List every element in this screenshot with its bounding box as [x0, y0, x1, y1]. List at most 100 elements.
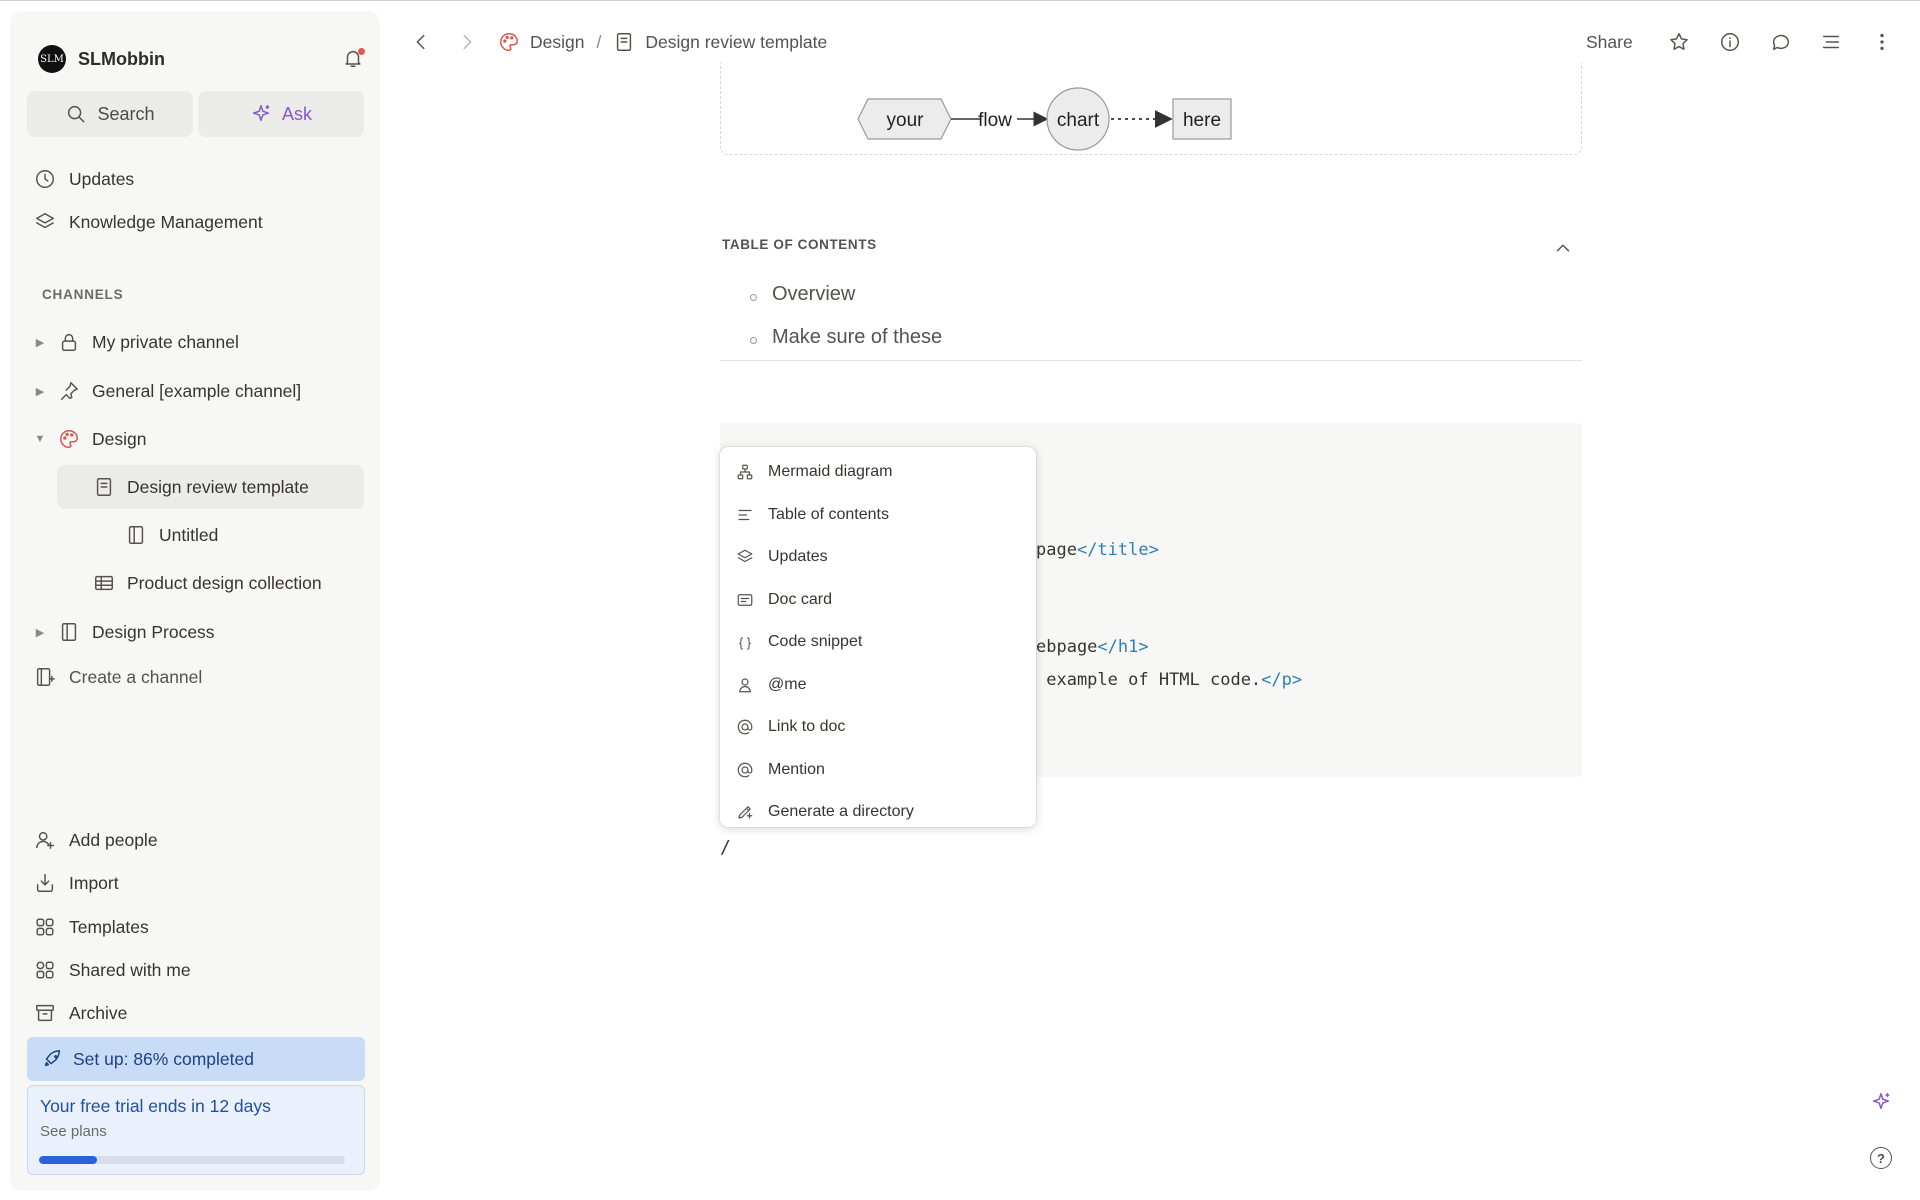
palette-icon: [60, 430, 78, 448]
collapse-caret-icon[interactable]: ▼: [34, 433, 46, 445]
more-options-icon[interactable]: [1871, 31, 1893, 53]
add-person-icon: [36, 831, 54, 849]
palette-icon: [500, 33, 518, 51]
person-icon: [736, 676, 754, 694]
flow-node-here-label: here: [1183, 110, 1221, 131]
channel-my-private-channel[interactable]: ▶ My private channel: [34, 320, 364, 364]
doc-card-icon: [736, 591, 754, 609]
search-button[interactable]: Search: [27, 91, 193, 137]
back-arrow-icon[interactable]: [410, 31, 432, 53]
expand-caret-icon[interactable]: ▶: [34, 626, 46, 639]
see-plans-link[interactable]: See plans: [40, 1123, 352, 1140]
menu-item-code-snippet[interactable]: { } Code snippet: [720, 621, 1036, 664]
sidebar-item-knowledge-management[interactable]: Knowledge Management: [34, 204, 263, 240]
sidebar-item-label: Knowledge Management: [69, 211, 263, 232]
menu-item-doc-card[interactable]: Doc card: [720, 579, 1036, 622]
lock-icon: [61, 333, 77, 351]
menu-item-label: Code snippet: [768, 633, 863, 651]
top-bar: Design / Design review template Share: [390, 21, 1920, 65]
ask-button[interactable]: Ask: [198, 91, 364, 137]
table-of-contents-block: TABLE OF CONTENTS Overview Make sure of …: [720, 233, 1582, 361]
menu-item-label: Table of contents: [768, 505, 889, 523]
page-untitled[interactable]: Untitled: [57, 513, 364, 557]
notification-dot: [358, 48, 365, 55]
info-icon[interactable]: [1719, 31, 1741, 53]
notifications-bell-icon[interactable]: [342, 47, 365, 69]
forward-arrow-icon[interactable]: [456, 31, 478, 53]
trial-title: Your free trial ends in 12 days: [40, 1096, 271, 1116]
channel-design[interactable]: ▼ Design: [34, 417, 364, 461]
menu-item-label: Mention: [768, 760, 825, 778]
breadcrumb-current-page[interactable]: Design review template: [645, 32, 827, 53]
page-product-design-collection[interactable]: Product design collection: [57, 561, 364, 605]
channel-label: General [example channel]: [92, 380, 302, 401]
code-tag: </p>: [1261, 670, 1303, 690]
mermaid-diagram-block[interactable]: your flow chart here: [720, 63, 1582, 155]
table-icon: [95, 575, 113, 591]
menu-item-generate-directory[interactable]: Generate a directory: [720, 791, 1036, 834]
sidebar-item-label: Updates: [69, 168, 135, 189]
archive-icon: [36, 1004, 54, 1022]
create-channel-button[interactable]: Create a channel: [34, 659, 202, 695]
breadcrumb-design[interactable]: Design: [530, 32, 584, 53]
menu-item-at-me[interactable]: @me: [720, 664, 1036, 707]
sidebar-item-archive[interactable]: Archive: [34, 995, 127, 1031]
sidebar-item-label: Import: [69, 872, 119, 893]
star-icon[interactable]: [1668, 31, 1690, 53]
menu-item-mention[interactable]: Mention: [720, 749, 1036, 792]
code-text: page: [1036, 540, 1077, 560]
toc-item-make-sure[interactable]: Make sure of these: [749, 326, 942, 349]
help-icon[interactable]: ?: [1870, 1147, 1892, 1169]
workspace-avatar: SLM: [38, 45, 66, 73]
channel-label: My private channel: [92, 331, 239, 352]
sidebar-item-shared-with-me[interactable]: Shared with me: [34, 952, 191, 988]
rocket-icon: [44, 1050, 61, 1067]
sidebar-item-add-people[interactable]: Add people: [34, 822, 158, 858]
share-button[interactable]: Share: [1586, 32, 1633, 53]
layers-icon: [36, 213, 54, 229]
page-label: Untitled: [159, 524, 219, 545]
code-tag: </title>: [1076, 540, 1159, 560]
search-icon: [68, 105, 85, 123]
expand-caret-icon[interactable]: ▶: [34, 385, 46, 398]
menu-item-mermaid-diagram[interactable]: Mermaid diagram: [720, 451, 1036, 494]
trial-progress-bar: [39, 1156, 345, 1164]
menu-item-table-of-contents[interactable]: Table of contents: [720, 494, 1036, 537]
menu-item-link-to-doc[interactable]: Link to doc: [720, 706, 1036, 749]
people-icon: [36, 961, 54, 979]
sidebar-item-import[interactable]: Import: [34, 865, 119, 901]
toc-icon: [736, 506, 754, 524]
code-text: example of HTML code.: [1036, 670, 1262, 690]
page-design-review-template[interactable]: Design review template: [57, 465, 364, 509]
create-channel-label: Create a channel: [69, 666, 203, 687]
editor-slash-input[interactable]: /: [720, 837, 731, 858]
outline-icon[interactable]: [1820, 31, 1842, 53]
channel-label: Design Process: [92, 621, 215, 642]
channel-general[interactable]: ▶ General [example channel]: [34, 369, 364, 413]
setup-progress-banner[interactable]: Set up: 86% completed: [27, 1037, 365, 1081]
book-icon: [128, 526, 144, 544]
sidebar-item-updates[interactable]: Updates: [34, 161, 134, 197]
sidebar-item-templates[interactable]: Templates: [34, 909, 149, 945]
code-line: ebpage</h1>: [1036, 637, 1149, 657]
menu-item-updates[interactable]: Updates: [720, 536, 1036, 579]
search-button-label: Search: [97, 103, 155, 124]
layers-icon: [736, 548, 754, 566]
ai-assistant-sparkle-icon[interactable]: [1870, 1091, 1892, 1113]
workspace-header[interactable]: SLM SLMobbin: [38, 33, 365, 85]
menu-item-label: Updates: [768, 548, 828, 566]
comment-icon[interactable]: [1770, 31, 1792, 53]
toc-item-overview[interactable]: Overview: [749, 283, 855, 306]
channel-design-process[interactable]: ▶ Design Process: [34, 610, 364, 654]
page-label: Product design collection: [127, 572, 322, 593]
code-tag: </h1>: [1097, 637, 1149, 657]
flow-edge-label: flow: [978, 110, 1012, 131]
menu-item-label: Link to doc: [768, 718, 846, 736]
menu-item-label: Mermaid diagram: [768, 463, 893, 481]
menu-item-label: Generate a directory: [768, 803, 914, 821]
doc-icon: [96, 478, 112, 496]
expand-caret-icon[interactable]: ▶: [34, 336, 46, 349]
trial-notice[interactable]: Your free trial ends in 12 days See plan…: [27, 1085, 365, 1175]
import-icon: [36, 874, 54, 892]
chevron-up-icon[interactable]: [1552, 237, 1574, 259]
